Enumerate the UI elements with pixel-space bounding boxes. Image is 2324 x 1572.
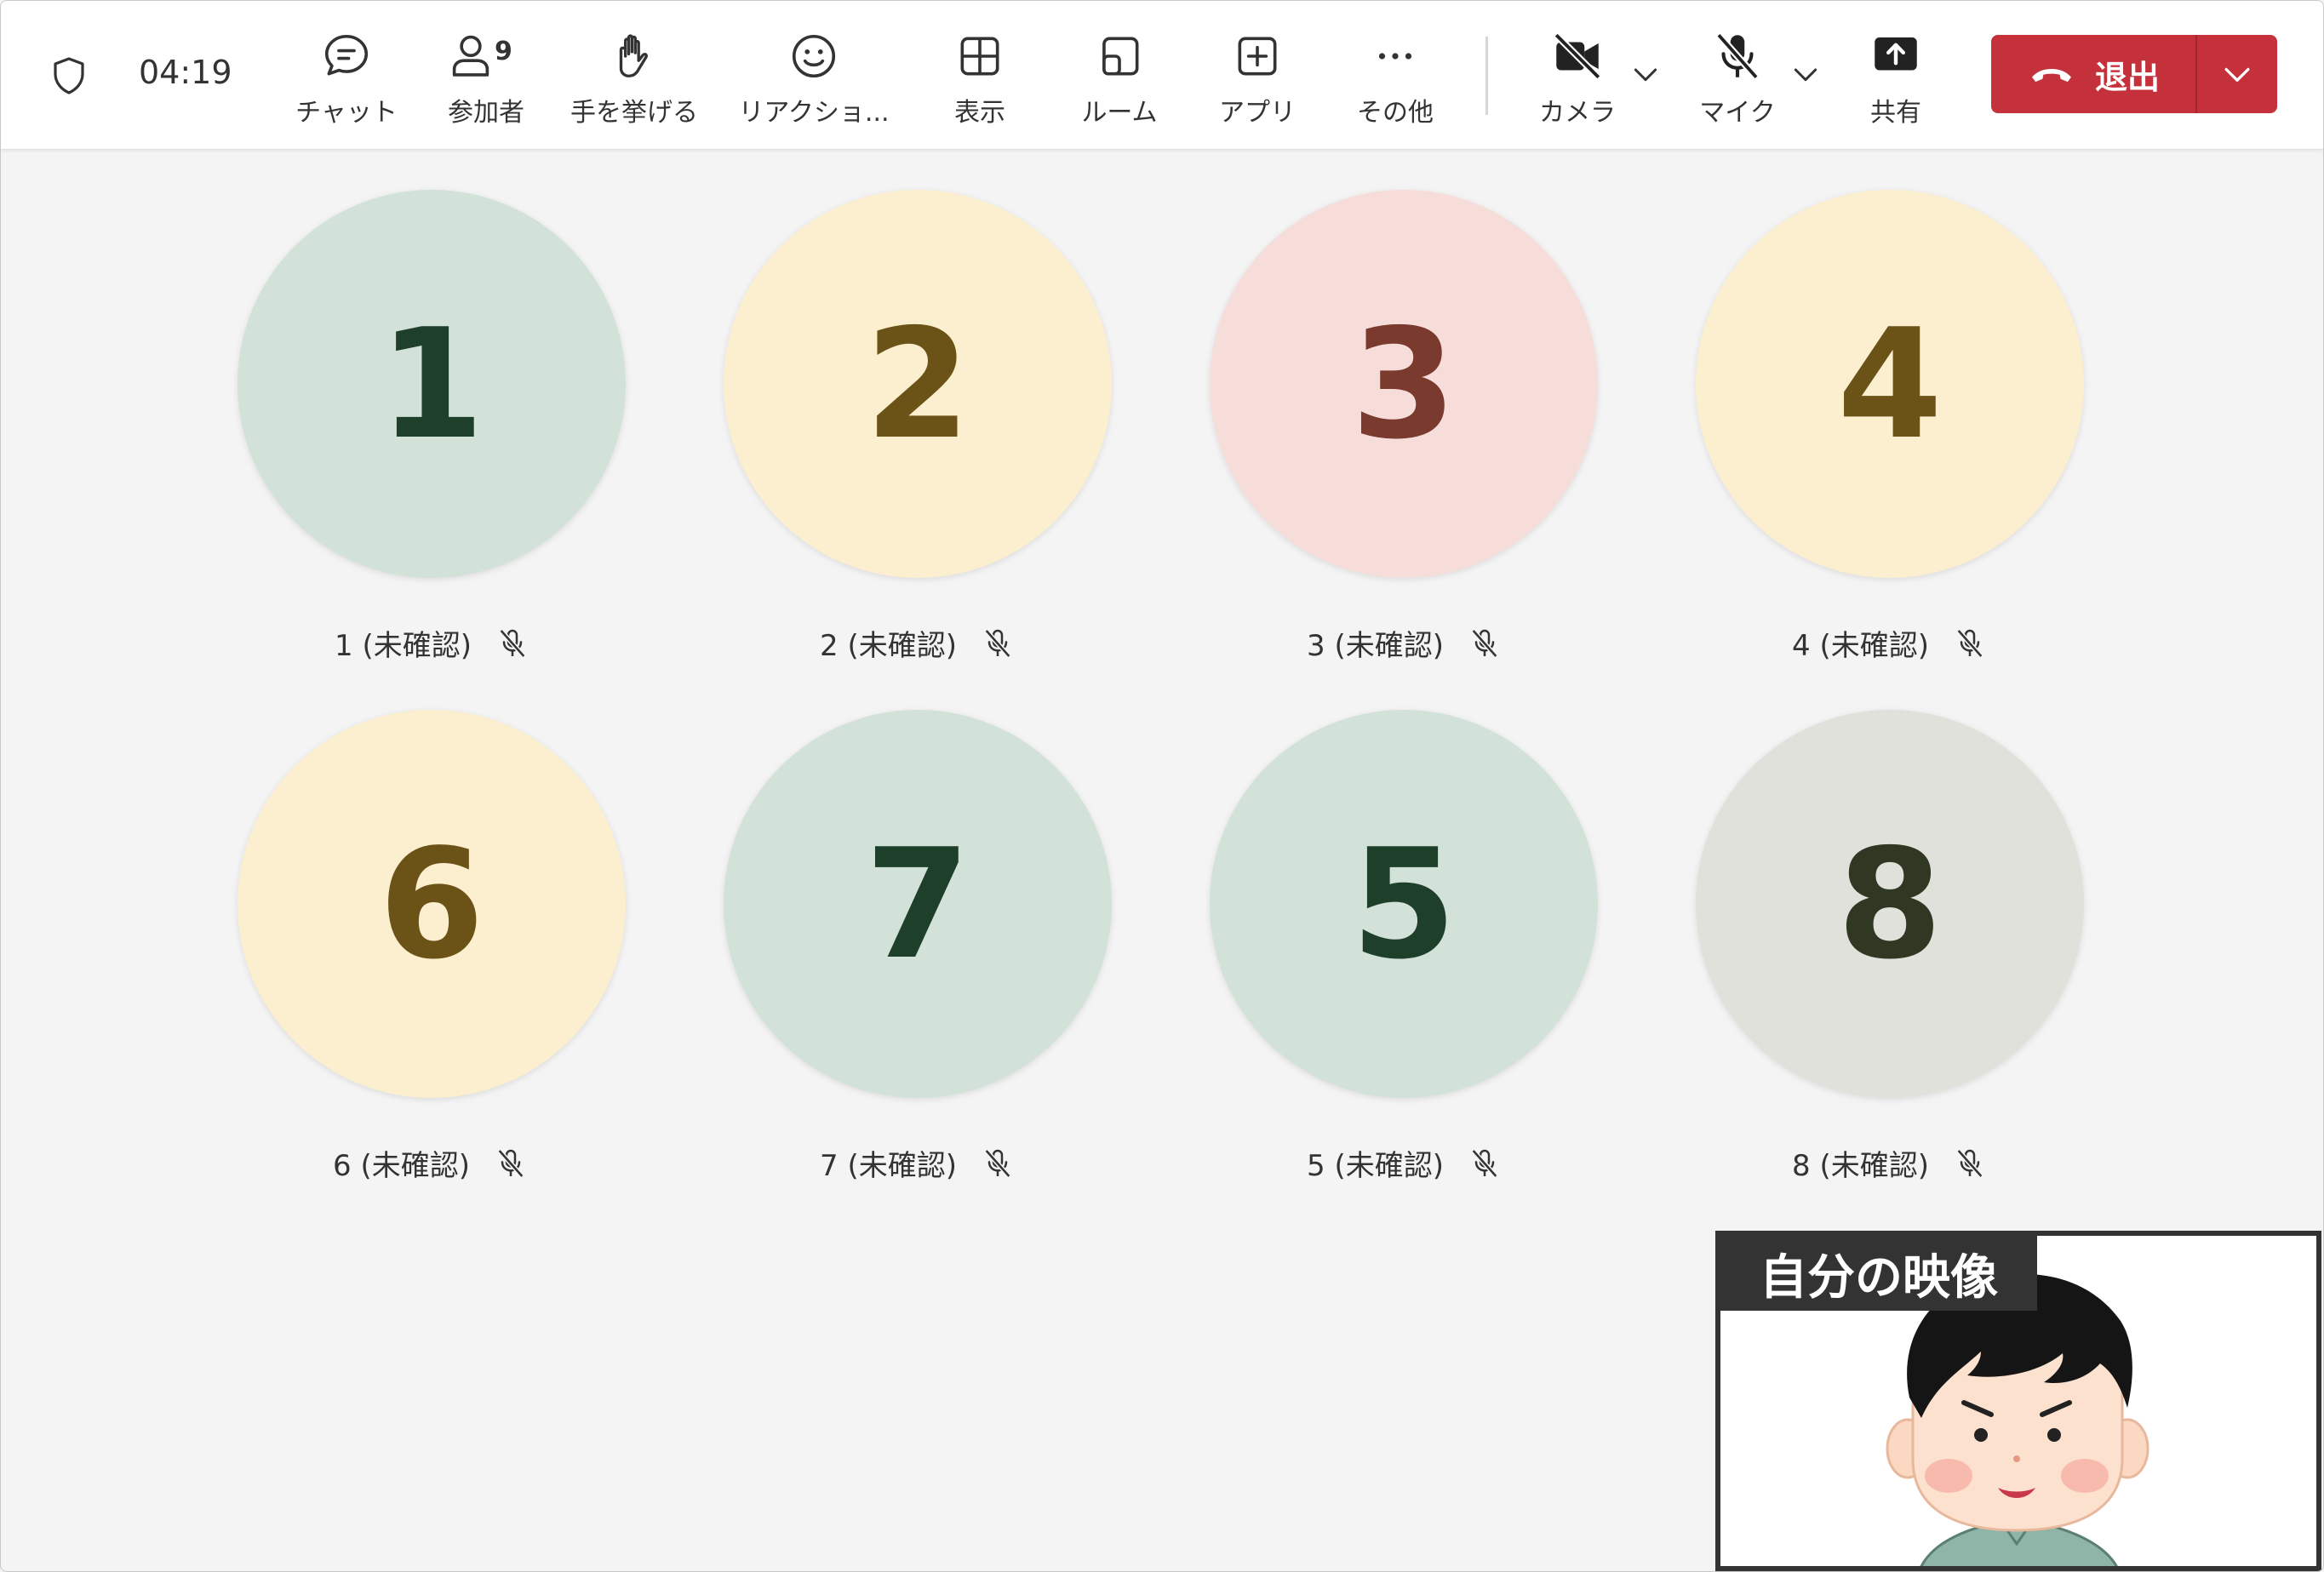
participant-number: 7 — [865, 815, 970, 992]
add-app-icon — [1238, 37, 1277, 76]
view-label: 表示 — [954, 98, 1005, 128]
participant-number: 2 — [865, 295, 970, 472]
participant-tile[interactable]: 2 2 (未確認) — [724, 190, 1115, 663]
participant-name-row: 7 (未確認) — [820, 1142, 1297, 1184]
participant-name: 4 (未確認) — [1792, 629, 1929, 663]
self-view-video[interactable]: 自分の映像 — [1715, 1231, 2321, 1571]
participant-name-row: 4 (未確認) — [1792, 622, 2269, 664]
hand-icon — [619, 34, 649, 77]
smiley-icon — [792, 34, 836, 78]
mic-button[interactable]: マイク — [1693, 26, 1782, 129]
participant-avatar: 1 — [238, 190, 626, 578]
reactions-button[interactable]: リアクショ... — [724, 26, 903, 129]
mic-muted-icon — [499, 628, 526, 658]
hang-up-phone-icon — [2032, 68, 2071, 83]
chat-button[interactable]: チャット — [289, 26, 404, 129]
participant-number: 5 — [1351, 815, 1457, 992]
rooms-button[interactable]: ルーム — [1075, 26, 1164, 129]
raise-hand-label: 手を挙げる — [570, 98, 698, 128]
participant-number: 3 — [1351, 295, 1457, 472]
participant-avatar: 2 — [724, 190, 1112, 578]
participant-name: 6 (未確認) — [333, 1149, 470, 1183]
participant-tile[interactable]: 6 6 (未確認) — [238, 710, 629, 1183]
person-icon — [452, 35, 489, 77]
mic-muted-icon — [1471, 628, 1498, 658]
participant-name-row: 8 (未確認) — [1792, 1142, 2269, 1184]
mic-muted-icon — [497, 1148, 524, 1178]
participant-number: 8 — [1837, 815, 1943, 992]
meeting-toolbar: 04:19 チャット 9 参加者 手を挙げる リアクショ... 表示 ルーム ア… — [1, 1, 2323, 150]
participant-avatar: 8 — [1696, 710, 2084, 1098]
reactions-label: リアクショ... — [738, 98, 890, 128]
participant-avatar: 3 — [1210, 190, 1598, 578]
participant-tile[interactable]: 5 5 (未確認) — [1210, 710, 1601, 1183]
participant-avatar: 7 — [724, 710, 1112, 1098]
rooms-label: ルーム — [1081, 98, 1158, 128]
view-button[interactable]: 表示 — [937, 26, 1022, 129]
apps-button[interactable]: アプリ — [1213, 26, 1302, 129]
participant-name: 5 (未確認) — [1307, 1149, 1444, 1183]
participant-avatar: 4 — [1696, 190, 2084, 578]
mic-muted-icon — [984, 628, 1011, 658]
camera-button[interactable]: カメラ — [1533, 26, 1622, 129]
participant-name: 2 (未確認) — [820, 629, 957, 663]
more-label: その他 — [1357, 98, 1434, 128]
raise-hand-button[interactable]: 手を挙げる — [566, 26, 702, 129]
participants-button[interactable]: 9 参加者 — [435, 26, 537, 129]
share-upload-icon — [1875, 37, 1917, 71]
mic-options-chevron-icon[interactable] — [1789, 57, 1823, 91]
mic-off-icon — [1715, 32, 1760, 80]
participants-label: 参加者 — [448, 98, 524, 128]
mic-muted-icon — [1471, 1148, 1498, 1178]
participant-tile[interactable]: 1 1 (未確認) — [238, 190, 629, 663]
participant-number: 6 — [379, 815, 484, 992]
participant-number: 1 — [379, 295, 484, 472]
leave-options-button[interactable] — [2197, 35, 2277, 113]
mic-muted-icon — [1956, 1148, 1983, 1178]
camera-label: カメラ — [1539, 98, 1616, 128]
leave-button-group: 退出 — [1991, 35, 2277, 113]
more-dots-icon — [1378, 53, 1412, 60]
meeting-window: 04:19 チャット 9 参加者 手を挙げる リアクショ... 表示 ルーム ア… — [0, 0, 2324, 1572]
share-label: 共有 — [1870, 98, 1921, 128]
apps-label: アプリ — [1219, 98, 1296, 128]
participant-name-row: 2 (未確認) — [820, 622, 1297, 664]
leave-label: 退出 — [2094, 58, 2160, 96]
participant-name: 3 (未確認) — [1307, 629, 1444, 663]
mic-muted-icon — [984, 1148, 1011, 1178]
camera-off-icon — [1554, 32, 1601, 80]
grid-icon — [960, 37, 999, 76]
participant-tile[interactable]: 3 3 (未確認) — [1210, 190, 1601, 663]
participant-name-row: 3 (未確認) — [1307, 622, 1783, 664]
participant-tile[interactable]: 4 4 (未確認) — [1696, 190, 2087, 663]
toolbar-divider — [1485, 37, 1488, 115]
meeting-timer: 04:19 — [139, 54, 232, 91]
participant-avatar: 5 — [1210, 710, 1598, 1098]
participant-name: 1 (未確認) — [335, 629, 472, 663]
shield-icon[interactable] — [49, 55, 89, 96]
participant-name: 7 (未確認) — [820, 1149, 957, 1183]
participant-name-row: 5 (未確認) — [1307, 1142, 1783, 1184]
rooms-icon — [1102, 37, 1139, 76]
participants-count-badge: 9 — [495, 37, 512, 66]
participant-tile[interactable]: 7 7 (未確認) — [724, 710, 1115, 1183]
participant-name-row: 6 (未確認) — [333, 1142, 810, 1184]
chevron-down-icon — [2224, 67, 2250, 82]
participant-number: 4 — [1837, 295, 1943, 472]
chat-label: チャット — [295, 98, 398, 128]
participant-avatar: 6 — [238, 710, 626, 1098]
camera-options-chevron-icon[interactable] — [1629, 57, 1663, 91]
chat-icon — [324, 34, 369, 76]
mic-label: マイク — [1699, 98, 1776, 128]
participant-tile[interactable]: 8 8 (未確認) — [1696, 710, 2087, 1183]
mic-muted-icon — [1956, 628, 1983, 658]
more-button[interactable]: その他 — [1351, 26, 1440, 129]
participant-name: 8 (未確認) — [1792, 1149, 1929, 1183]
leave-button[interactable]: 退出 — [1991, 35, 2195, 113]
participant-name-row: 1 (未確認) — [335, 622, 811, 664]
share-button[interactable]: 共有 — [1853, 26, 1938, 129]
self-view-label: 自分の映像 — [1720, 1236, 2037, 1311]
